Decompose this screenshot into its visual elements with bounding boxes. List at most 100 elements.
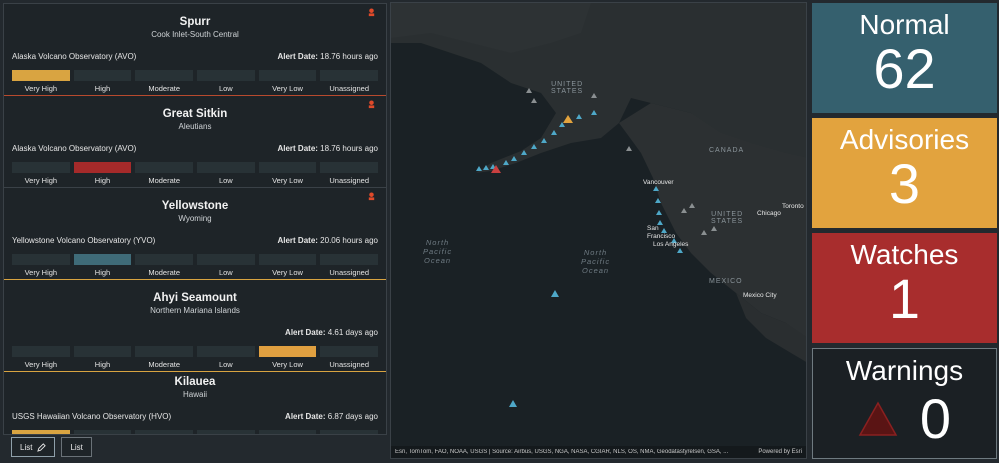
volcano-region: Cook Inlet-South Central bbox=[151, 30, 239, 39]
level-bar-very-low bbox=[258, 430, 317, 434]
map-attribution: Esri, TomTom, FAO, NOAA, USGS | Source: … bbox=[391, 446, 806, 458]
alert-level-bars bbox=[12, 254, 379, 265]
volcano-name: Spurr bbox=[179, 16, 211, 28]
level-bar-high bbox=[73, 162, 132, 173]
volcano-meta: Alert Date: 4.61 days ago bbox=[12, 328, 378, 337]
alert-date: Alert Date: 20.06 hours ago bbox=[277, 236, 378, 245]
alert-level-labels: Very High High Moderate Low Very Low Unassign… bbox=[24, 360, 369, 369]
alert-level-labels: Very High High Moderate Low Very Low Unassign… bbox=[24, 176, 369, 185]
level-bar-unassigned bbox=[320, 162, 379, 173]
city-mexico-city: Mexico City bbox=[743, 292, 777, 299]
tab-list-edit[interactable]: List bbox=[11, 437, 56, 457]
stat-watches-value: 1 bbox=[888, 267, 921, 330]
powered-by[interactable]: Powered by Esri bbox=[758, 449, 802, 455]
level-bar-moderate bbox=[135, 346, 194, 357]
level-bar-very-low bbox=[258, 162, 317, 173]
city-toronto: Toronto bbox=[782, 203, 804, 210]
stat-warnings: Warnings 0 bbox=[812, 348, 997, 459]
level-bar-moderate bbox=[135, 70, 194, 81]
basemap bbox=[391, 3, 806, 458]
volcano-pin-icon bbox=[368, 8, 375, 17]
level-bar-low bbox=[197, 254, 255, 265]
volcano-name: Yellowstone bbox=[161, 200, 229, 212]
level-bar-low bbox=[197, 346, 255, 357]
volcano-meta: Alaska Volcano Observatory (AVO) Alert D… bbox=[12, 144, 378, 153]
stat-warnings-value: 0 bbox=[919, 387, 952, 450]
observatory: Yellowstone Volcano Observatory (YVO) bbox=[12, 236, 156, 245]
level-bar-high bbox=[73, 430, 132, 434]
observatory: USGS Hawaiian Volcano Observatory (HVO) bbox=[12, 412, 172, 421]
volcano-meta: Alaska Volcano Observatory (AVO) Alert D… bbox=[12, 52, 378, 61]
city-san-francisco: San Francisco bbox=[647, 225, 676, 240]
alert-level-bars bbox=[12, 346, 379, 357]
alert-date: Alert Date: 6.87 days ago bbox=[285, 412, 378, 421]
label-ocean-2: North Pacific Ocean bbox=[581, 248, 611, 275]
alert-date: Alert Date: 18.76 hours ago bbox=[277, 52, 378, 61]
level-bar-very-high bbox=[12, 254, 70, 265]
level-bar-unassigned bbox=[320, 70, 379, 81]
volcano-card[interactable]: Kilauea Hawaii USGS Hawaiian Volcano Obs… bbox=[4, 372, 386, 434]
alert-level-bars bbox=[12, 70, 379, 81]
volcano-name: Ahyi Seamount bbox=[153, 292, 237, 304]
view-tabs: List List bbox=[11, 437, 92, 457]
level-bar-low bbox=[197, 430, 255, 434]
alert-date: Alert Date: 18.76 hours ago bbox=[277, 144, 378, 153]
volcano-pin-icon bbox=[368, 100, 375, 109]
stat-advisories-value: 3 bbox=[888, 152, 921, 215]
tab-list[interactable]: List bbox=[61, 437, 92, 457]
label-ocean-1: North Pacific Ocean bbox=[423, 238, 453, 265]
alert-date: Alert Date: 4.61 days ago bbox=[285, 328, 378, 337]
observatory: Alaska Volcano Observatory (AVO) bbox=[12, 52, 137, 61]
volcano-meta: USGS Hawaiian Volcano Observatory (HVO) … bbox=[12, 412, 378, 421]
level-bar-very-high bbox=[12, 162, 70, 173]
label-mexico: MEXICO bbox=[709, 278, 743, 285]
level-bar-low bbox=[197, 70, 255, 81]
alert-level-bars bbox=[12, 430, 379, 434]
level-bar-very-high bbox=[12, 346, 70, 357]
observatory: Alaska Volcano Observatory (AVO) bbox=[12, 144, 137, 153]
level-bar-low bbox=[197, 162, 255, 173]
volcano-card[interactable]: Great Sitkin Aleutians Alaska Volcano Ob… bbox=[4, 96, 386, 188]
level-bar-very-low bbox=[258, 346, 317, 357]
level-bar-moderate bbox=[135, 254, 194, 265]
city-chicago: Chicago bbox=[757, 210, 781, 217]
volcano-region: Wyoming bbox=[178, 214, 212, 223]
volcano-name: Great Sitkin bbox=[162, 108, 228, 120]
label-us-north: UNITED STATES bbox=[551, 81, 584, 95]
volcano-region: Northern Mariana Islands bbox=[150, 306, 240, 315]
volcano-card[interactable]: Ahyi Seamount Northern Mariana Islands A… bbox=[4, 280, 386, 372]
volcano-card[interactable]: Spurr Cook Inlet-South Central Alaska Vo… bbox=[4, 4, 386, 96]
dashboard: Spurr Cook Inlet-South Central Alaska Vo… bbox=[0, 0, 999, 463]
warning-triangle-icon bbox=[858, 401, 898, 436]
level-bar-moderate bbox=[135, 162, 194, 173]
volcano-card[interactable]: Yellowstone Wyoming Yellowstone Volcano … bbox=[4, 188, 386, 280]
alert-level-labels: Very High High Moderate Low Very Low Unassign… bbox=[24, 268, 369, 277]
level-bar-high bbox=[73, 346, 132, 357]
level-bar-unassigned bbox=[320, 346, 379, 357]
city-los-angeles: Los Angeles bbox=[653, 241, 689, 248]
label-canada: CANADA bbox=[709, 147, 745, 154]
volcano-region: Aleutians bbox=[178, 122, 212, 131]
volcano-pin-icon bbox=[368, 192, 375, 201]
label-us: UNITED STATES bbox=[711, 211, 744, 225]
volcano-name: Kilauea bbox=[174, 376, 216, 388]
level-bar-unassigned bbox=[320, 430, 379, 434]
stat-normal: Normal 62 bbox=[812, 3, 997, 113]
attribution-text[interactable]: Esri, TomTom, FAO, NOAA, USGS | Source: … bbox=[395, 449, 728, 455]
level-bar-very-high bbox=[12, 70, 70, 81]
volcano-region: Hawaii bbox=[182, 390, 207, 399]
volcano-meta: Yellowstone Volcano Observatory (YVO) Al… bbox=[12, 236, 378, 245]
stat-watches: Watches 1 bbox=[812, 233, 997, 343]
level-bar-high bbox=[73, 254, 132, 265]
volcano-map[interactable]: UNITED STATES CANADA UNITED STATES MEXIC… bbox=[390, 2, 807, 459]
level-bar-moderate bbox=[135, 430, 194, 434]
level-bar-high bbox=[73, 70, 132, 81]
stat-normal-value: 62 bbox=[873, 37, 936, 100]
alert-level-bars bbox=[12, 162, 379, 173]
level-bar-unassigned bbox=[320, 254, 379, 265]
city-vancouver: Vancouver bbox=[643, 179, 674, 186]
volcano-list[interactable]: Spurr Cook Inlet-South Central Alaska Vo… bbox=[3, 3, 387, 435]
level-bar-very-low bbox=[258, 254, 317, 265]
stat-advisories: Advisories 3 bbox=[812, 118, 997, 228]
level-bar-very-low bbox=[258, 70, 317, 81]
